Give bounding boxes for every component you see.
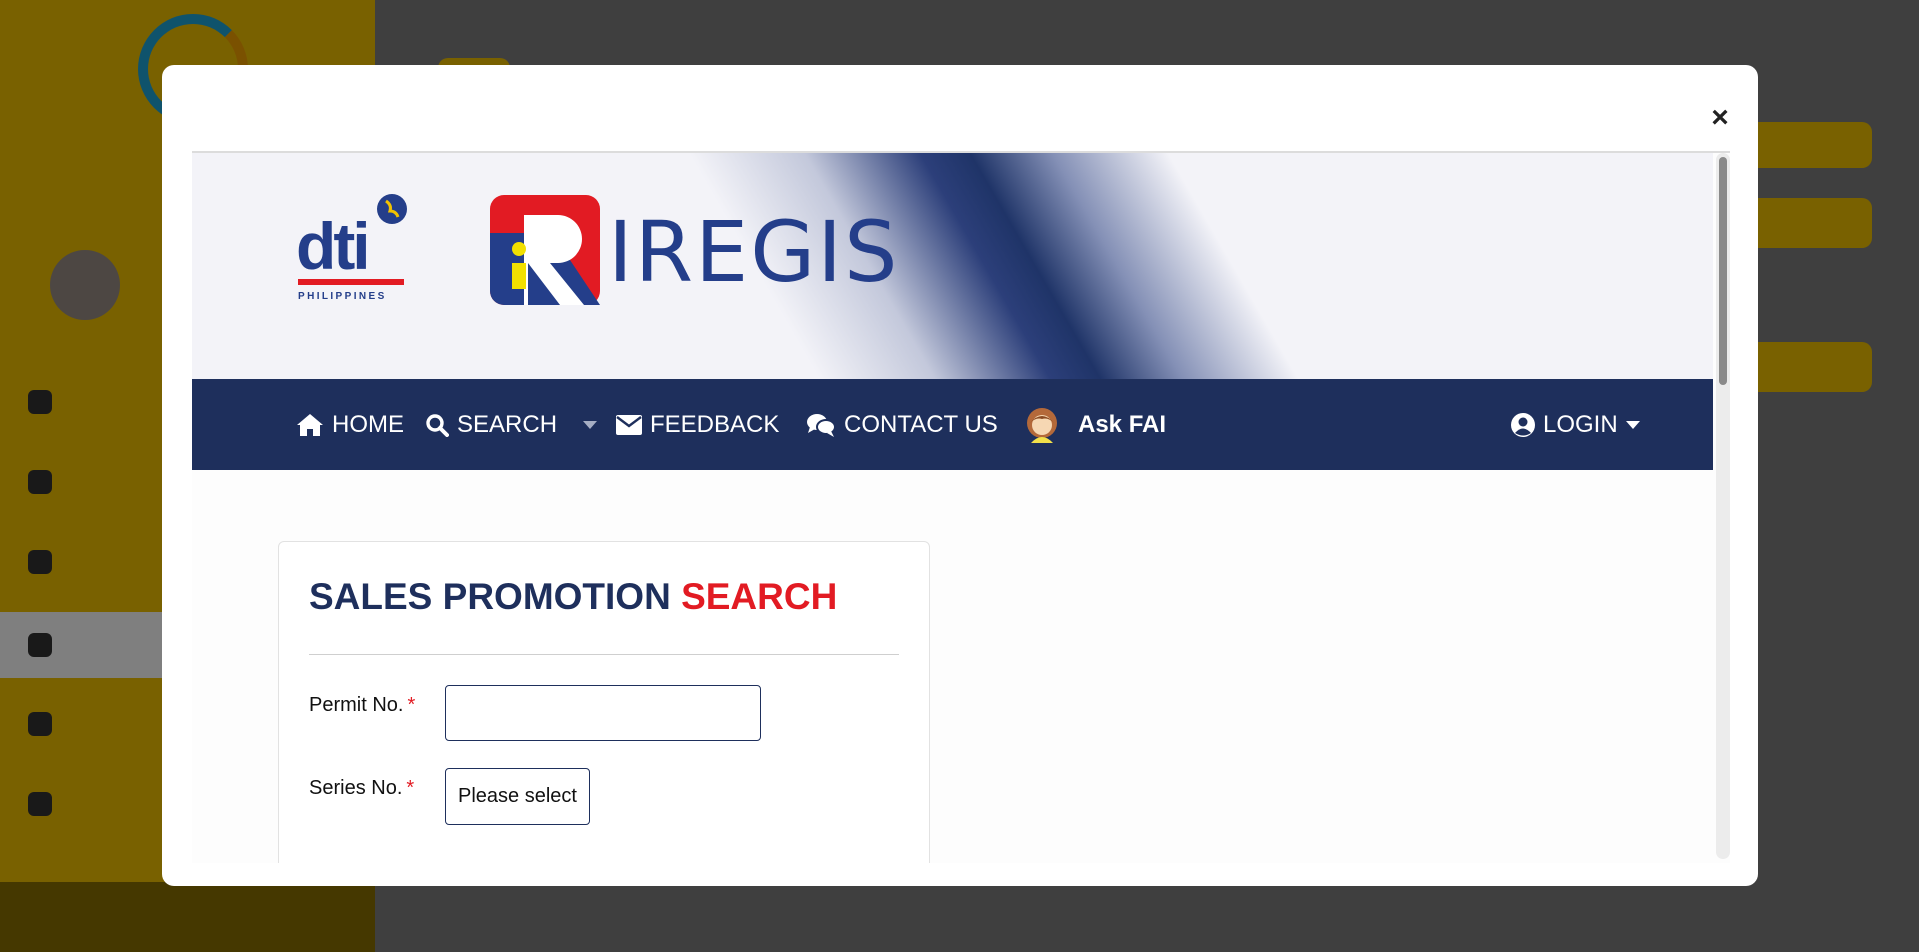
nav-search[interactable]: SEARCH [425, 379, 598, 470]
nav-login[interactable]: LOGIN [1511, 379, 1640, 470]
comments-icon [807, 413, 836, 437]
home-icon [297, 413, 323, 436]
permit-no-label: Permit No. * [309, 694, 415, 717]
required-mark: * [406, 777, 415, 799]
dti-logo: dti PHILIPPINES [296, 194, 407, 302]
app-name: IREGIS [608, 203, 900, 301]
user-circle-icon [1511, 412, 1535, 437]
nav-feedback-label: FEEDBACK [650, 410, 780, 438]
series-no-select[interactable]: Please select [445, 768, 590, 825]
series-no-label-text: Series No. [309, 777, 403, 799]
top-navbar: HOME SEARCH FEEDBACK CONTACT US Ask FAI … [192, 379, 1713, 470]
page-title-main: SALES PROMOTION [309, 576, 682, 617]
header-banner: dti PHILIPPINES IREGIS [192, 153, 1713, 379]
required-mark: * [407, 694, 416, 716]
scrollbar[interactable] [1716, 153, 1730, 859]
page-title-accent: SEARCH [681, 576, 838, 617]
permit-no-input[interactable] [445, 685, 761, 741]
dti-logo-sub: PHILIPPINES [298, 291, 387, 302]
nav-feedback[interactable]: FEEDBACK [616, 379, 779, 470]
search-card: SALES PROMOTION SEARCH Permit No. * Serie… [278, 541, 930, 863]
series-no-label: Series No. * [309, 777, 414, 800]
nav-contact-label: CONTACT US [844, 410, 998, 438]
envelope-icon [616, 414, 642, 435]
nav-login-label: LOGIN [1543, 410, 1618, 438]
scrollbar-thumb[interactable] [1719, 157, 1727, 385]
dti-logo-text: dti [296, 209, 368, 283]
nav-ask-fai[interactable]: Ask FAI [1024, 379, 1166, 470]
page-title: SALES PROMOTION SEARCH [309, 576, 837, 618]
nav-home[interactable]: HOME [296, 379, 404, 470]
permit-no-label-text: Permit No. [309, 694, 404, 716]
embedded-page-frame: dti PHILIPPINES IREGIS HOME SEARCH FEEDB… [192, 151, 1730, 863]
search-icon [426, 413, 449, 437]
nav-ask-fai-label: Ask FAI [1078, 410, 1167, 438]
iregis-logo-icon [490, 195, 600, 305]
nav-search-label: SEARCH [457, 410, 558, 438]
chevron-down-icon [1625, 420, 1640, 429]
ask-fai-avatar-icon [1027, 407, 1057, 443]
modal-dialog: × dti PHILIPPINES IREGIS HOME SEARCH FEE… [162, 65, 1758, 886]
nav-contact[interactable]: CONTACT US [806, 379, 998, 470]
chevron-down-icon[interactable] [583, 420, 598, 429]
nav-home-label: HOME [332, 410, 404, 438]
divider [309, 654, 899, 655]
close-icon[interactable]: × [1702, 100, 1738, 136]
